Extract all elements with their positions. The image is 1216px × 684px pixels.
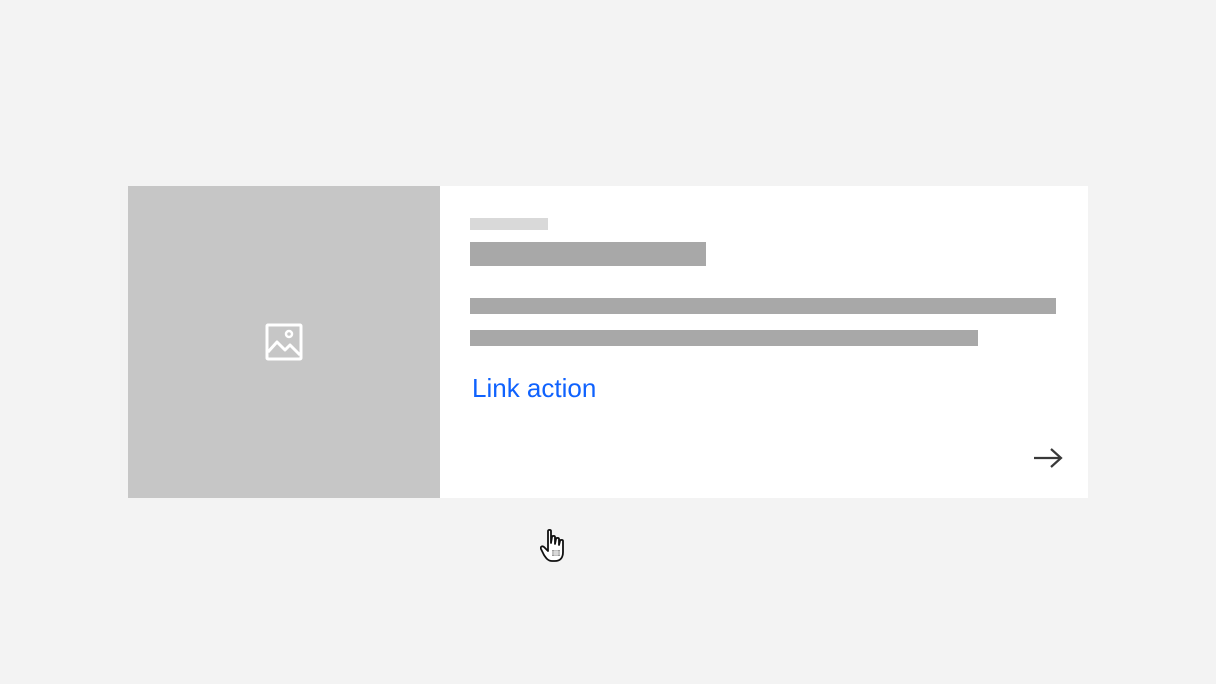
card[interactable]: Link action <box>128 186 1088 498</box>
image-icon <box>265 323 303 361</box>
body-text-placeholder-line-2 <box>470 330 978 346</box>
arrow-right-icon[interactable] <box>1032 444 1064 472</box>
card-media <box>128 186 440 498</box>
card-content: Link action <box>440 186 1088 498</box>
body-text-placeholder-line-1 <box>470 298 1056 314</box>
link-action[interactable]: Link action <box>472 372 596 404</box>
hand-pointer-cursor-icon <box>539 528 574 566</box>
eyebrow-placeholder <box>470 218 548 230</box>
heading-placeholder <box>470 242 706 266</box>
